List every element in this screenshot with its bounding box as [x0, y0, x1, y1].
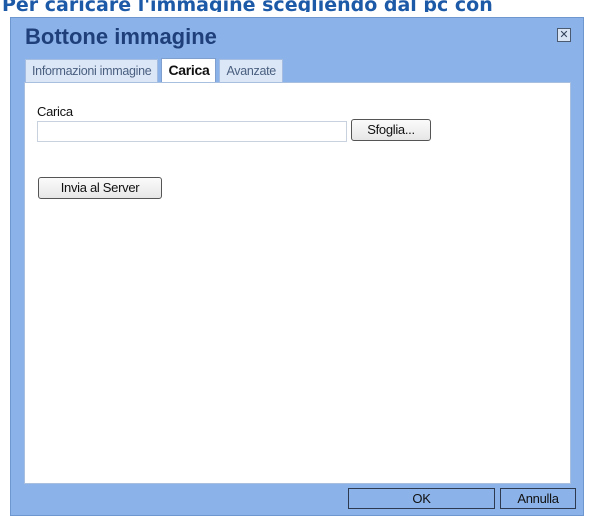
- page-caption: Per caricare l'immagine scegliendo dal p…: [2, 0, 493, 12]
- send-to-server-button[interactable]: Invia al Server: [38, 177, 162, 199]
- tab-carica[interactable]: Carica: [161, 58, 217, 83]
- ok-button[interactable]: OK: [348, 488, 495, 509]
- tab-avanzate[interactable]: Avanzate: [219, 59, 283, 83]
- browse-button[interactable]: Sfoglia...: [351, 119, 431, 141]
- close-icon[interactable]: ✕: [557, 28, 571, 42]
- dialog-tabs: Informazioni immagine Carica Avanzate: [25, 58, 286, 83]
- upload-label: Carica: [37, 104, 73, 119]
- file-path-input[interactable]: [37, 121, 347, 142]
- upload-panel: Carica Sfoglia... Invia al Server: [24, 82, 571, 484]
- cancel-button[interactable]: Annulla: [500, 488, 576, 509]
- image-button-dialog: Bottone immagine ✕ Informazioni immagine…: [10, 17, 584, 516]
- tab-informazioni-immagine[interactable]: Informazioni immagine: [25, 59, 159, 83]
- dialog-title: Bottone immagine: [25, 24, 217, 49]
